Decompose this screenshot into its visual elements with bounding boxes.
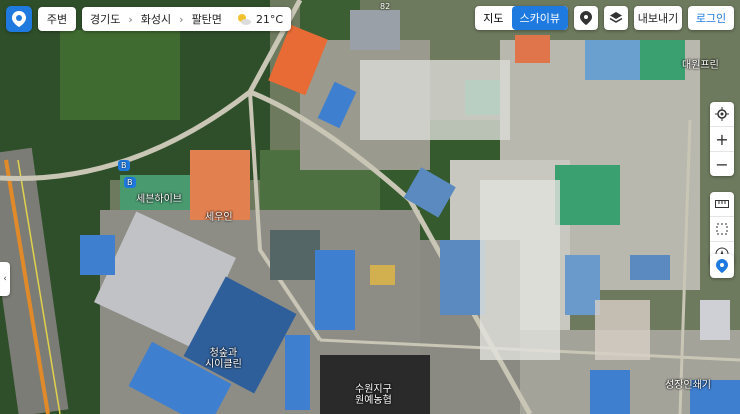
- view-map-button[interactable]: 지도: [475, 6, 511, 30]
- top-left-toolbar: 주변 경기도 › 화성시 › 팔탄면 21°C: [6, 6, 292, 32]
- satellite-map[interactable]: [0, 0, 740, 414]
- label-plant-line1: 청숲과: [209, 348, 238, 359]
- layers-icon[interactable]: [604, 6, 628, 30]
- zoom-controls: + −: [710, 102, 734, 176]
- label-plant-line2: 시이클린: [205, 359, 242, 370]
- target-icon[interactable]: [710, 102, 734, 127]
- export-button[interactable]: 내보내기: [634, 6, 682, 30]
- label-plant[interactable]: 청숲과 시이클린: [205, 348, 242, 370]
- ruler-icon[interactable]: [710, 192, 734, 217]
- label-farm-line1: 수원지구: [355, 384, 392, 395]
- label-cafe[interactable]: 세븐하이브: [136, 194, 182, 205]
- breadcrumb-city[interactable]: 화성시: [141, 11, 171, 27]
- breadcrumb-province[interactable]: 경기도: [90, 11, 120, 27]
- location-pin-icon[interactable]: [574, 6, 598, 30]
- view-toggle: 지도 스카이뷰: [475, 6, 568, 30]
- view-skyview-button[interactable]: 스카이뷰: [511, 6, 568, 30]
- road-route-label: 82: [380, 2, 391, 11]
- breadcrumb: 경기도 › 화성시 › 팔탄면 21°C: [82, 7, 292, 31]
- label-church[interactable]: 세우인: [205, 212, 233, 223]
- chevron-right-icon: ›: [128, 12, 133, 26]
- logo-icon[interactable]: [6, 6, 32, 32]
- weather-temperature: 21°C: [255, 12, 284, 26]
- map-controls: + −: [710, 102, 734, 266]
- label-company-top[interactable]: 대원프린: [682, 60, 719, 71]
- label-farm-line2: 원예농협: [355, 395, 392, 406]
- nearby-button[interactable]: 주변: [38, 7, 76, 31]
- top-right-toolbar: 지도 스카이뷰 내보내기 로그인: [475, 6, 734, 30]
- breadcrumb-town[interactable]: 팔탄면: [192, 11, 222, 27]
- zoom-out-icon[interactable]: −: [710, 152, 734, 176]
- weather-icon: [237, 14, 251, 25]
- label-farm[interactable]: 수원지구 원예농협: [355, 384, 392, 406]
- zoom-in-icon[interactable]: +: [710, 127, 734, 152]
- login-button[interactable]: 로그인: [688, 6, 734, 30]
- area-icon[interactable]: [710, 217, 734, 242]
- my-location-icon[interactable]: [710, 254, 734, 278]
- chevron-left-icon: ‹: [3, 274, 7, 284]
- bus-stop-icon[interactable]: B: [118, 160, 130, 171]
- weather-widget[interactable]: 21°C: [236, 12, 283, 26]
- label-company-bottom[interactable]: 성장인쇄기: [665, 380, 711, 391]
- bus-stop-icon-2[interactable]: B: [124, 177, 136, 188]
- chevron-right-icon: ›: [179, 12, 184, 26]
- expand-panel-button[interactable]: ‹: [0, 262, 10, 296]
